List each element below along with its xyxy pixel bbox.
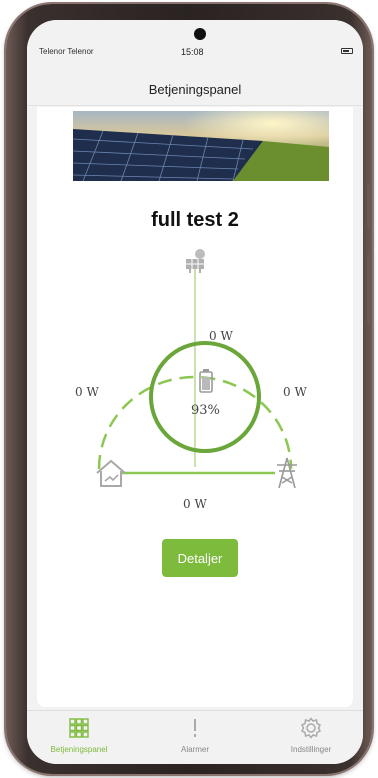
details-button[interactable]: Detaljer: [162, 539, 238, 577]
battery-node[interactable]: 93%: [149, 341, 261, 453]
front-camera: [194, 28, 206, 40]
grid-icon: [69, 717, 89, 743]
solar-panel-banner-image: [73, 111, 329, 181]
phone-frame: Telenor Telenor 15:08 Betjeningspanel fu…: [6, 4, 372, 774]
house-grid-power-label: 0 W: [183, 497, 207, 511]
solar-panel-icon: [182, 247, 210, 275]
nav-header: Betjeningspanel: [27, 60, 363, 106]
tab-label: Betjeningspanel: [50, 745, 108, 754]
house-icon: [95, 459, 127, 489]
battery-status-icon: [341, 48, 353, 54]
tab-label: Alarmer: [180, 745, 209, 754]
power-button: [367, 254, 372, 324]
page-title: Betjeningspanel: [148, 82, 242, 97]
site-name: full test 2: [151, 209, 239, 231]
alert-icon: [191, 717, 199, 744]
battery-icon: [199, 369, 213, 393]
site-card: full test 2 0 W 0 W 0 W 93% 0 W Detaljer: [37, 107, 353, 707]
grid-flow-power-label: 0 W: [283, 385, 307, 399]
tab-dashboard[interactable]: Betjeningspanel: [29, 717, 129, 754]
grid-pylon-icon: [275, 457, 299, 489]
gear-icon: [300, 716, 322, 744]
tab-label: Indstillinger: [290, 745, 332, 754]
status-bar: Telenor Telenor 15:08: [27, 20, 363, 60]
status-time: 15:08: [181, 47, 204, 57]
volume-button: [367, 184, 372, 228]
tab-settings[interactable]: Indstillinger: [261, 716, 361, 754]
app-screen: Telenor Telenor 15:08 Betjeningspanel fu…: [27, 20, 363, 764]
main-content[interactable]: full test 2 0 W 0 W 0 W 93% 0 W Detaljer: [27, 107, 363, 707]
carrier-text: Telenor Telenor: [39, 47, 94, 56]
house-flow-power-label: 0 W: [75, 385, 99, 399]
battery-soc-label: 93%: [191, 403, 220, 418]
energy-flow-diagram[interactable]: 0 W 0 W 0 W 93% 0 W: [37, 247, 353, 522]
tab-alarms[interactable]: Alarmer: [145, 717, 245, 754]
bottom-tab-bar: Betjeningspanel Alarmer Indstillinger: [27, 710, 363, 764]
